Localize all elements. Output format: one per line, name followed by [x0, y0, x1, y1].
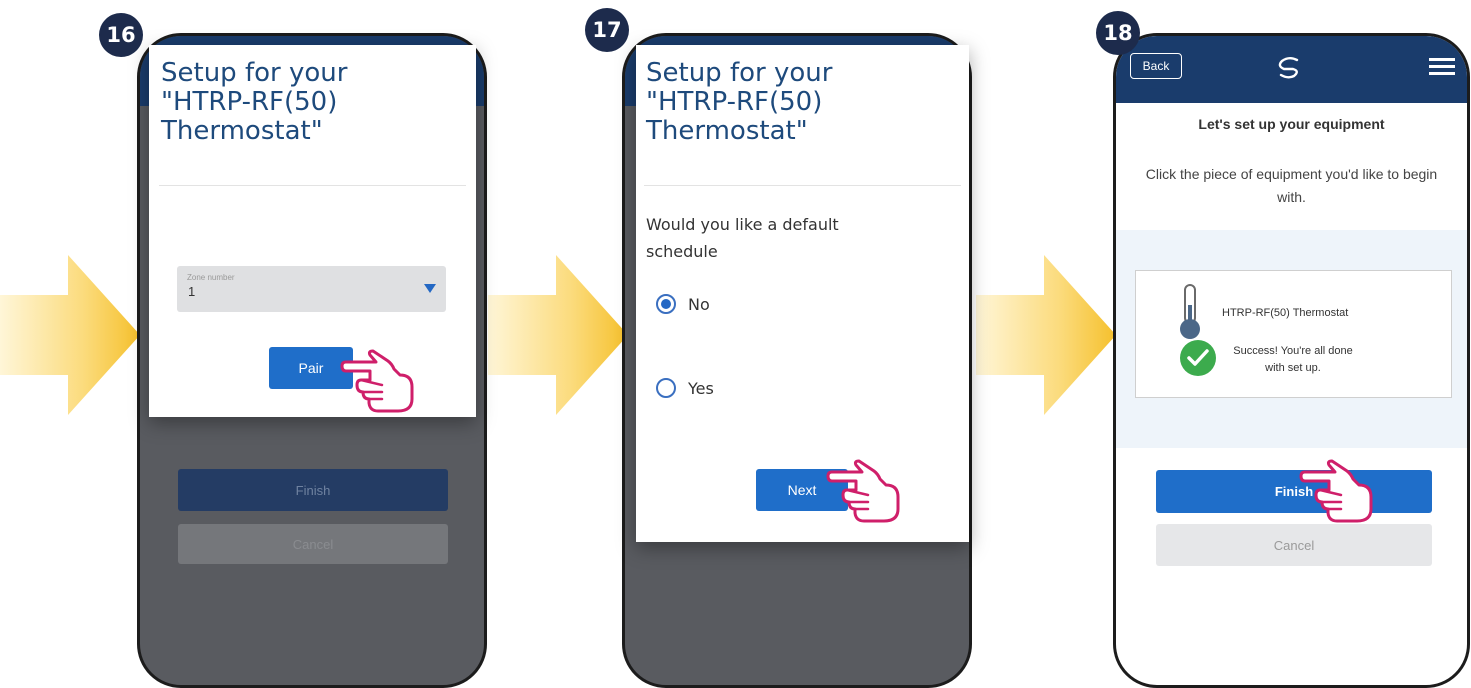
modal-title: Setup for your "HTRP-RF(50) Thermostat" [161, 58, 348, 146]
radio-label: Yes [688, 378, 714, 398]
radio-option-no[interactable]: No [656, 294, 710, 314]
zone-number-label: Zone number [187, 273, 235, 282]
modal-title: Setup for your "HTRP-RF(50) Thermostat" [646, 58, 833, 146]
equipment-name: HTRP-RF(50) Thermostat [1222, 307, 1349, 319]
radio-button [656, 378, 676, 398]
step-badge: 17 [585, 8, 629, 52]
zone-number-select[interactable]: Zone number 1 [177, 266, 446, 312]
setup-modal: Setup for your "HTRP-RF(50) Thermostat" … [149, 45, 476, 417]
step-badge: 16 [99, 13, 143, 57]
chevron-down-icon [424, 284, 436, 293]
instruction-text: Click the piece of equipment you'd like … [1145, 166, 1438, 205]
radio-label: No [688, 294, 710, 314]
page-heading: Let's set up your equipment [1198, 116, 1385, 132]
finish-button[interactable]: Finish [1156, 470, 1432, 513]
equipment-card[interactable]: HTRP-RF(50) Thermostat Success! You're a… [1135, 270, 1452, 398]
divider [159, 185, 466, 186]
thermometer-icon [1180, 284, 1200, 339]
logo-icon [1278, 57, 1299, 79]
cancel-button: Cancel [178, 524, 448, 564]
arrow-right-icon [0, 255, 140, 415]
radio-button-selected [656, 294, 676, 314]
arrow-right-icon [488, 255, 628, 415]
hamburger-menu-icon[interactable] [1429, 58, 1455, 76]
cancel-button[interactable]: Cancel [1156, 524, 1432, 566]
radio-option-yes[interactable]: Yes [656, 378, 714, 398]
pointing-hand-icon [340, 349, 414, 413]
pointing-hand-icon [826, 459, 900, 523]
success-check-icon [1180, 340, 1216, 376]
app-header: Back [1116, 36, 1467, 103]
back-button[interactable]: Back [1130, 53, 1182, 79]
step-badge: 18 [1096, 11, 1140, 55]
equipment-panel: HTRP-RF(50) Thermostat Success! You're a… [1116, 230, 1467, 448]
finish-button: Finish [178, 469, 448, 511]
arrow-right-icon [976, 255, 1116, 415]
divider [644, 185, 961, 186]
schedule-question: Would you like a default schedule [646, 215, 839, 261]
success-message: Success! You're all done with set up. [1233, 345, 1353, 374]
setup-modal: Setup for your "HTRP-RF(50) Thermostat" … [636, 45, 969, 542]
phone-frame: Back Let's set up your equipment Click t… [1113, 33, 1470, 688]
zone-number-value: 1 [188, 284, 196, 299]
pointing-hand-icon [1299, 459, 1373, 523]
